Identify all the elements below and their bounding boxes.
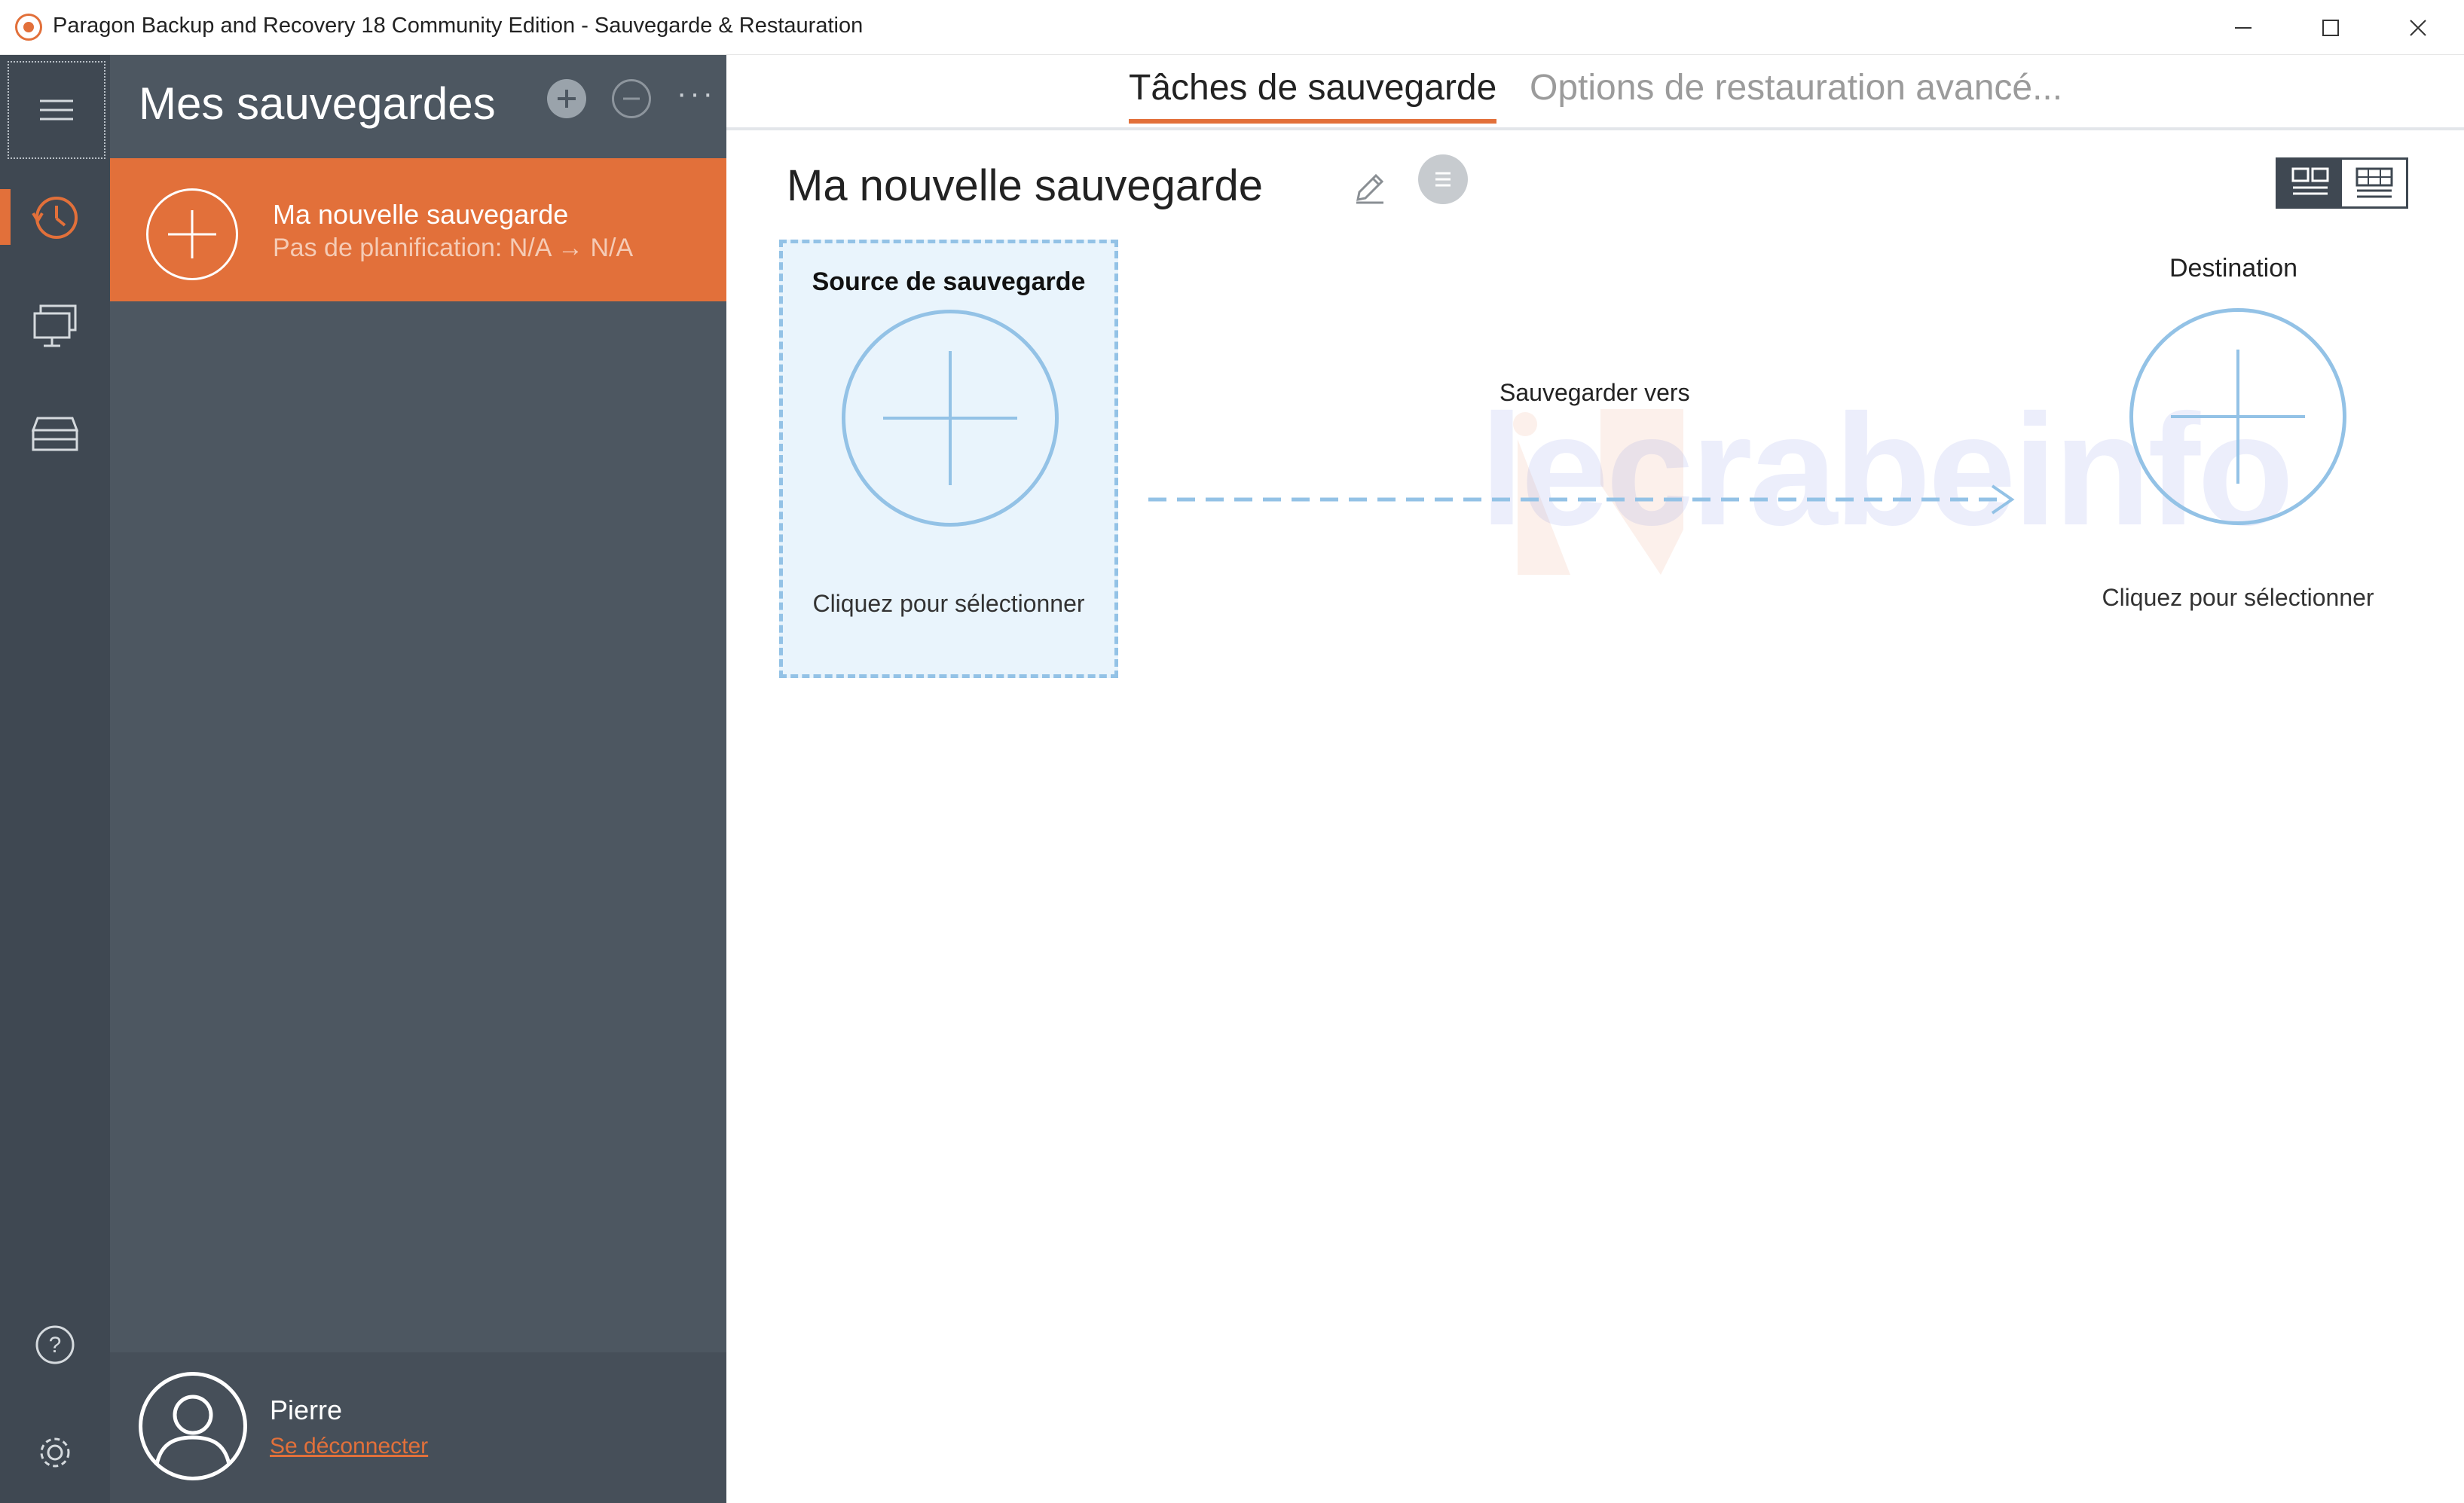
svg-text:?: ? <box>49 1333 62 1358</box>
list-view-icon <box>2355 167 2392 198</box>
gear-icon <box>40 1437 70 1468</box>
description-button[interactable] <box>1418 154 1468 204</box>
avatar <box>139 1372 247 1480</box>
flow-arrow-icon <box>1148 484 2015 515</box>
user-area: Pierre Se déconnecter <box>110 1352 726 1503</box>
pencil-icon <box>1356 173 1384 204</box>
destination-label: Destination <box>2169 254 2298 283</box>
add-icon <box>558 90 576 108</box>
more-options-button[interactable]: ··· <box>677 77 716 111</box>
backup-clock-icon <box>32 197 78 239</box>
maximize-icon <box>2322 19 2339 36</box>
remove-icon <box>623 97 640 100</box>
source-hint: Cliquez pour sélectionner <box>812 590 1085 617</box>
description-icon <box>1435 172 1451 187</box>
nav-backup-tasks[interactable] <box>0 168 110 266</box>
tab-bar: Tâches de sauvegarde Options de restaura… <box>726 55 2464 130</box>
main-content: Tâches de sauvegarde Options de restaura… <box>726 55 2464 1503</box>
menu-button[interactable] <box>8 61 105 159</box>
list-view-button[interactable] <box>2342 160 2406 206</box>
user-avatar-icon <box>154 1395 232 1470</box>
panel-title: Mes sauvegardes <box>139 78 496 129</box>
rename-button[interactable] <box>1349 166 1391 209</box>
destination-add-icon <box>2171 350 2305 484</box>
title-bar: Paragon Backup and Recovery 18 Community… <box>0 0 2464 55</box>
source-add-icon <box>842 310 1059 527</box>
maximize-button[interactable] <box>2286 0 2375 55</box>
backup-source-box[interactable]: Source de sauvegarde Cliquez pour sélect… <box>779 240 1118 678</box>
destination-add-button[interactable] <box>2129 308 2346 525</box>
source-label: Source de sauvegarde <box>812 267 1086 296</box>
minimize-icon <box>2235 26 2252 29</box>
add-backup-button[interactable] <box>547 79 586 118</box>
app-logo-icon <box>15 14 42 41</box>
menu-icon <box>40 99 73 121</box>
settings-button[interactable] <box>0 1404 110 1501</box>
flow-label: Sauvegarder vers <box>1499 379 1690 406</box>
minimize-button[interactable] <box>2199 0 2288 55</box>
close-button[interactable] <box>2374 0 2462 55</box>
close-icon <box>2410 19 2426 36</box>
navigation-rail: ? <box>0 55 110 1503</box>
panel-actions: ··· <box>547 77 716 118</box>
help-button[interactable]: ? <box>0 1296 110 1394</box>
backups-panel: Mes sauvegardes ··· Ma nouvelle sauvegar… <box>110 55 726 1503</box>
backup-item-schedule: Pas de planification: N/A → N/A <box>273 234 634 262</box>
nav-storage[interactable] <box>0 385 110 483</box>
backup-title: Ma nouvelle sauvegarde <box>787 161 1263 210</box>
backup-list-item[interactable]: Ma nouvelle sauvegarde Pas de planificat… <box>110 158 726 301</box>
tile-view-button[interactable] <box>2278 160 2342 206</box>
backup-item-name: Ma nouvelle sauvegarde <box>273 199 569 230</box>
view-toggle <box>2276 157 2408 209</box>
tile-view-icon <box>2291 167 2328 195</box>
help-icon: ? <box>35 1325 75 1364</box>
computers-icon <box>33 304 77 347</box>
logout-link[interactable]: Se déconnecter <box>270 1434 428 1459</box>
window-title: Paragon Backup and Recovery 18 Community… <box>53 14 864 38</box>
nav-computers[interactable] <box>0 277 110 375</box>
storage-icon <box>31 417 79 451</box>
tab-advanced-restore[interactable]: Options de restauration avancé... <box>1530 67 2062 119</box>
remove-backup-button[interactable] <box>612 79 651 118</box>
new-backup-plus-icon <box>146 188 238 280</box>
user-name: Pierre <box>270 1395 343 1425</box>
tab-backup-tasks[interactable]: Tâches de sauvegarde <box>1129 67 1497 124</box>
destination-hint: Cliquez pour sélectionner <box>2102 584 2374 611</box>
